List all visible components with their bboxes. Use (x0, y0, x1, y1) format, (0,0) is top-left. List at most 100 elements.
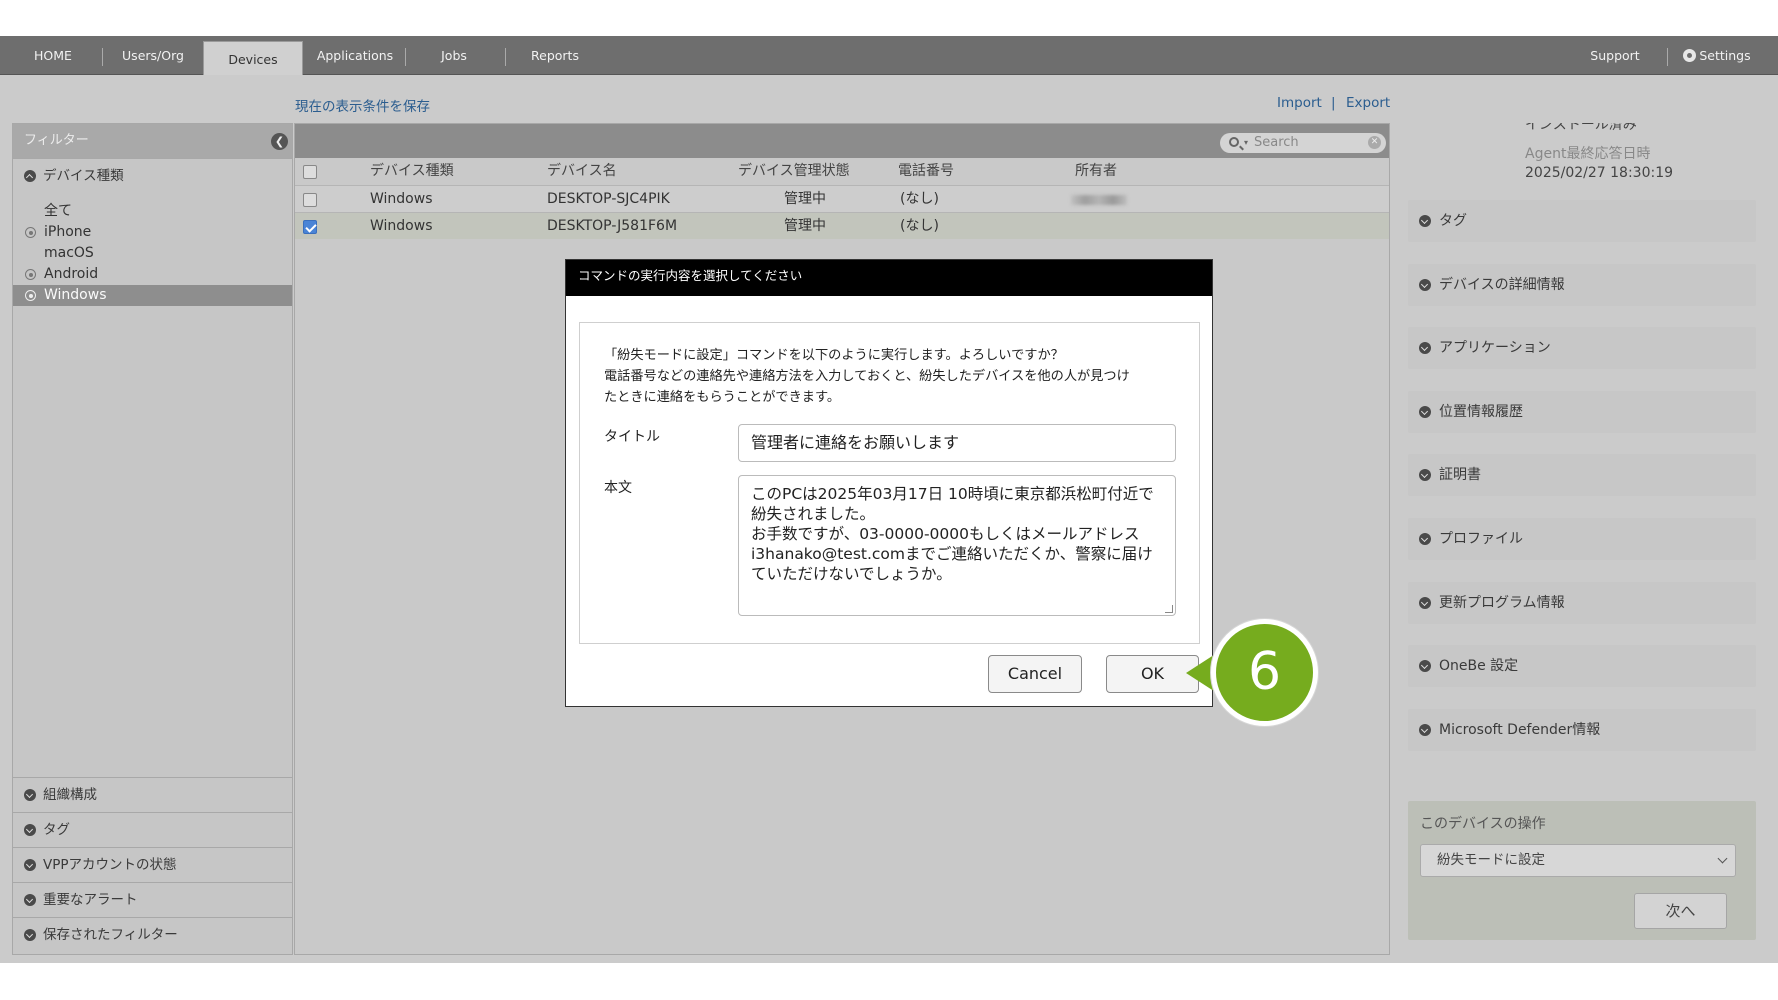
collapse-panel-icon[interactable]: ❮ (271, 133, 288, 150)
device-type-windows[interactable]: Windows (13, 285, 292, 306)
clear-icon[interactable]: ✕ (1368, 136, 1381, 149)
section-label: プロファイル (1439, 531, 1523, 547)
target-icon (25, 269, 36, 280)
filter-section-label: 保存されたフィルター (43, 927, 178, 943)
row-checkbox[interactable] (303, 193, 317, 207)
filter-section-label: VPPアカウントの状態 (43, 857, 177, 873)
search-input[interactable]: ▾ Search ✕ (1220, 133, 1386, 153)
filter-header: フィルター ❮ (13, 124, 292, 158)
filter-panel: フィルター ❮ デバイス種類 全て iPhone macOS Android W… (12, 123, 293, 955)
cell-phone: (なし) (900, 218, 939, 234)
cell-device-type: Windows (370, 218, 433, 234)
cell-phone: (なし) (900, 191, 939, 207)
top-nav: HOME Users/Org Devices Applications Jobs… (0, 36, 1778, 76)
nav-separator (405, 48, 406, 66)
operation-select[interactable]: 紛失モードに設定 (1420, 844, 1736, 877)
save-filter-link[interactable]: 現在の表示条件を保存 (295, 95, 430, 115)
body-textarea[interactable]: このPCは2025年03月17日 10時頃に東京都浜松町付近で紛失されました。 … (738, 475, 1176, 616)
filter-section-label: 重要なアラート (43, 892, 138, 908)
body-text: このPCは2025年03月17日 10時頃に東京都浜松町付近で紛失されました。 … (751, 485, 1154, 583)
column-header[interactable]: デバイス管理状態 (738, 158, 850, 185)
cell-owner-blurred (1071, 195, 1127, 205)
row-checkbox[interactable] (303, 220, 317, 234)
filter-device-type-section[interactable]: デバイス種類 (13, 158, 292, 192)
device-type-macos[interactable]: macOS (13, 243, 292, 264)
device-type-all[interactable]: 全て (13, 201, 292, 222)
dialog-message-line: 電話番号などの連絡先や連絡方法を入力しておくと、紛失したデバイスを他の人が見つけ (604, 369, 1130, 384)
expand-icon (1419, 342, 1431, 354)
resize-handle-icon[interactable] (1165, 605, 1173, 613)
section-profiles[interactable]: プロファイル (1408, 518, 1756, 560)
section-label: OneBe 設定 (1439, 658, 1519, 674)
nav-users-org[interactable]: Users/Org (112, 36, 194, 75)
section-device-details[interactable]: デバイスの詳細情報 (1408, 264, 1756, 306)
search-placeholder: Search (1254, 135, 1299, 150)
table-header: デバイス種類 デバイス名 デバイス管理状態 電話番号 所有者 (295, 158, 1389, 185)
section-location-history[interactable]: 位置情報履歴 (1408, 391, 1756, 433)
dialog-body: 「紛失モードに設定」コマンドを以下のように実行します。よろしいですか？ 電話番号… (579, 322, 1200, 644)
section-label: Microsoft Defender情報 (1439, 722, 1601, 738)
device-type-label: Windows (44, 287, 107, 303)
nav-applications[interactable]: Applications (312, 36, 398, 75)
step-callout-badge: 6 (1211, 619, 1318, 726)
section-label: 証明書 (1439, 467, 1481, 483)
device-type-label: iPhone (44, 224, 92, 240)
column-header[interactable]: デバイス名 (547, 158, 617, 185)
agent-label: Agent最終応答日時 (1525, 146, 1651, 162)
nav-separator (102, 48, 103, 66)
filter-section-org[interactable]: 組織構成 (13, 777, 292, 811)
section-label: 更新プログラム情報 (1439, 595, 1565, 611)
export-link[interactable]: Export (1346, 95, 1390, 111)
cell-device-name: DESKTOP-J581F6M (547, 218, 678, 234)
target-icon (25, 227, 36, 238)
expand-icon (1419, 469, 1431, 481)
nav-home[interactable]: HOME (22, 36, 84, 75)
nav-settings-label: Settings (1699, 48, 1751, 63)
section-tag[interactable]: タグ (1408, 200, 1756, 242)
cancel-button[interactable]: Cancel (988, 655, 1082, 693)
next-button[interactable]: 次へ (1634, 893, 1727, 929)
nav-devices-tab[interactable]: Devices (203, 41, 303, 76)
filter-section-vpp[interactable]: VPPアカウントの状態 (13, 847, 292, 881)
title-input[interactable]: 管理者に連絡をお願いします (738, 424, 1176, 462)
filter-section-alerts[interactable]: 重要なアラート (13, 882, 292, 916)
search-options-icon[interactable]: ▾ (1244, 133, 1248, 153)
nav-jobs[interactable]: Jobs (425, 36, 483, 75)
nav-support[interactable]: Support (1584, 36, 1646, 75)
expand-icon (24, 894, 36, 906)
install-status-value: インストール済み (1525, 117, 1637, 133)
section-onebe[interactable]: OneBe 設定 (1408, 645, 1756, 687)
target-icon (25, 290, 36, 301)
nav-separator (505, 48, 506, 66)
command-dialog: コマンドの実行内容を選択してください 「紛失モードに設定」コマンドを以下のように… (565, 259, 1213, 707)
dialog-message: 「紛失モードに設定」コマンドを以下のように実行します。よろしいですか？ 電話番号… (604, 345, 1184, 408)
filter-section-label: 組織構成 (43, 787, 97, 803)
expand-icon (1419, 597, 1431, 609)
column-header[interactable]: 所有者 (1075, 158, 1117, 185)
operation-select-value: 紛失モードに設定 (1437, 852, 1545, 868)
nav-reports[interactable]: Reports (525, 36, 585, 75)
section-label: タグ (1439, 213, 1467, 229)
section-certificates[interactable]: 証明書 (1408, 454, 1756, 496)
select-all-checkbox[interactable] (303, 165, 317, 179)
filter-section-saved[interactable]: 保存されたフィルター (13, 917, 292, 951)
filter-section-tag[interactable]: タグ (13, 812, 292, 846)
device-type-iphone[interactable]: iPhone (13, 222, 292, 243)
import-link[interactable]: Import (1277, 95, 1322, 111)
nav-settings[interactable]: Settings (1682, 36, 1752, 75)
column-header[interactable]: 電話番号 (898, 158, 954, 185)
section-applications[interactable]: アプリケーション (1408, 327, 1756, 369)
filter-section-label: タグ (43, 822, 70, 838)
device-type-android[interactable]: Android (13, 264, 292, 285)
cell-device-type: Windows (370, 191, 433, 207)
table-row[interactable]: Windows DESKTOP-J581F6M 管理中 (なし) (295, 212, 1389, 239)
device-detail-panel: インストール済み Agent最終応答日時 2025/02/27 18:30:19… (1392, 123, 1778, 963)
column-header[interactable]: デバイス種類 (370, 158, 454, 185)
expand-icon (1419, 660, 1431, 672)
table-row[interactable]: Windows DESKTOP-SJC4PIK 管理中 (なし) (295, 185, 1389, 212)
operations-title: このデバイスの操作 (1420, 816, 1546, 832)
device-operations: このデバイスの操作 紛失モードに設定 次へ (1408, 801, 1756, 940)
expand-icon (1419, 406, 1431, 418)
section-updates[interactable]: 更新プログラム情報 (1408, 582, 1756, 624)
section-defender[interactable]: Microsoft Defender情報 (1408, 709, 1756, 751)
